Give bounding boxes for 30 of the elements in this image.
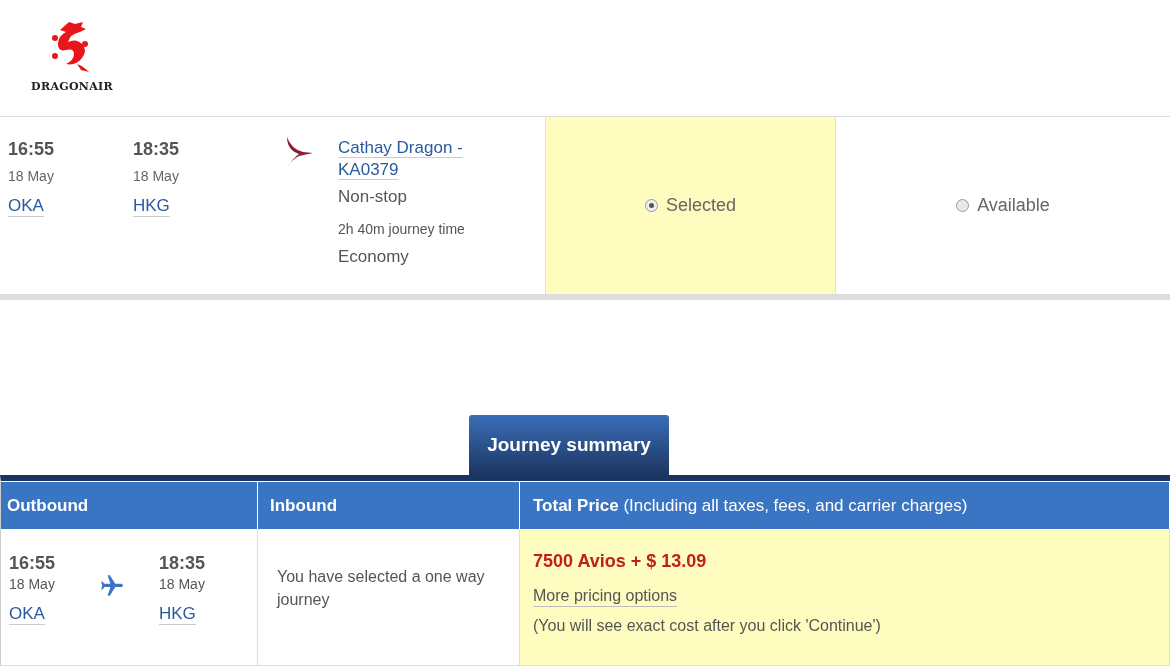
departure-time: 16:55 — [8, 139, 56, 160]
flight-number-link[interactable]: Cathay Dragon - KA0379 — [338, 137, 488, 181]
one-way-message: You have selected a one way journey — [277, 567, 486, 610]
price-text: 7500 Avios + $ 13.09 — [533, 551, 707, 572]
departure-time: 16:55 — [9, 553, 57, 574]
radio-button[interactable] — [644, 199, 658, 212]
airport-link[interactable]: OKA — [8, 196, 44, 217]
arrival-time: 18:35 — [159, 553, 206, 574]
airport-link[interactable]: HKG — [133, 196, 170, 217]
fare-label: Available — [977, 195, 1050, 216]
total-price-header: Total Price (Including all taxes, fees, and carrier charges) — [520, 482, 1170, 529]
fare-label: Selected — [665, 195, 737, 216]
duration-text: 2h 40m journey time — [338, 221, 465, 237]
flight-date: 18 May — [8, 168, 55, 184]
outbound-header: Outbound — [1, 482, 258, 529]
airline-logo-text: DRAGONAIR — [31, 80, 113, 93]
airport-link[interactable]: OKA — [9, 604, 45, 625]
airport-link[interactable]: HKG — [159, 604, 196, 625]
price-note: (You will see exact cost after you click 'Continue') — [533, 617, 881, 635]
journey-summary-tab[interactable]: Journey summary — [469, 415, 669, 475]
inbound-header: Inbound — [258, 482, 520, 529]
pricing-options-link[interactable]: More pricing options — [533, 586, 678, 607]
flight-date: 18 May — [133, 168, 180, 184]
flight-date: 18 May — [9, 576, 56, 592]
radio-button[interactable] — [956, 199, 970, 212]
cabin-class: Economy — [338, 247, 409, 267]
flight-date: 18 May — [159, 576, 206, 592]
stops-text: Non-stop — [338, 187, 407, 207]
arrival-time: 18:35 — [133, 139, 181, 160]
airplane-icon — [99, 573, 125, 599]
